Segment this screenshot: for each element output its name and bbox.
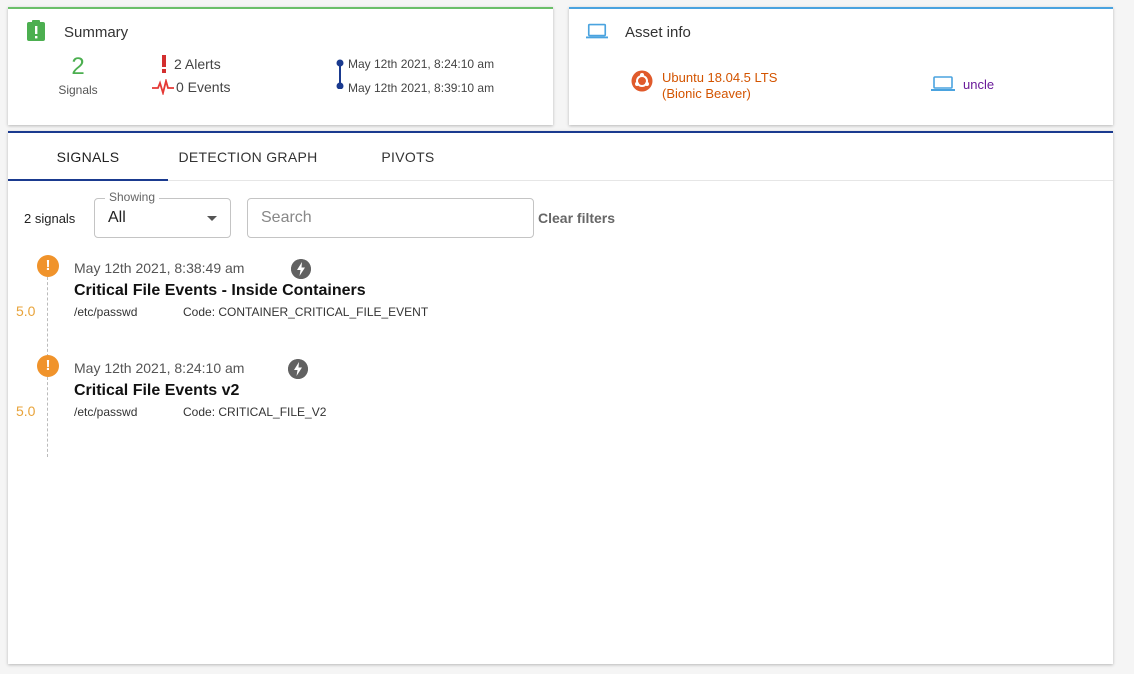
lightning-icon: [291, 259, 311, 279]
signals-label: Signals: [58, 83, 98, 97]
os-info: Ubuntu 18.04.5 LTS (Bionic Beaver): [631, 70, 777, 102]
signal-path: /etc/passwd: [74, 405, 138, 419]
search-input[interactable]: [247, 198, 534, 238]
showing-value: All: [108, 209, 126, 226]
showing-select[interactable]: Showing All: [94, 190, 231, 238]
signal-title[interactable]: Critical File Events v2: [74, 382, 239, 400]
laptop-icon: [586, 23, 608, 39]
laptop-icon: [931, 76, 955, 91]
clipboard-alert-icon: [27, 20, 45, 41]
signals-count: 2: [71, 53, 85, 80]
caret-down-icon: [207, 216, 217, 221]
signals-count-label: 2 signals: [24, 211, 76, 226]
asset-card: Asset info Ubuntu 18.04.5 LTS (Bionic Be…: [569, 7, 1113, 125]
events-summary: 0 Events: [152, 79, 230, 95]
signal-time: May 12th 2021, 8:38:49 am: [74, 260, 245, 276]
clear-filters-button[interactable]: Clear filters: [538, 210, 615, 226]
tab-bar: SIGNALS DETECTION GRAPH PIVOTS: [8, 133, 1113, 181]
signal-title[interactable]: Critical File Events - Inside Containers: [74, 282, 366, 300]
signal-path: /etc/passwd: [74, 305, 138, 319]
signal-score: 5.0: [16, 403, 36, 419]
alert-icon: !: [37, 355, 59, 377]
time-range-icon: [336, 59, 344, 89]
timeline-line: [47, 277, 48, 357]
pulse-icon: [152, 79, 174, 95]
exclamation-icon: [162, 55, 166, 73]
alerts-summary: 2 Alerts: [160, 55, 221, 73]
host-info[interactable]: uncle: [931, 76, 994, 92]
showing-label: Showing: [105, 190, 160, 204]
time-start: May 12th 2021, 8:24:10 am: [348, 57, 495, 71]
summary-title: Summary: [64, 24, 129, 41]
summary-card: Summary 2 Signals 2 Alerts 0 Events May …: [8, 7, 553, 125]
time-end: May 12th 2021, 8:39:10 am: [348, 81, 495, 95]
alert-icon: !: [37, 255, 59, 277]
signal-score: 5.0: [16, 303, 36, 319]
ubuntu-icon: [631, 70, 653, 92]
signal-item[interactable]: ! 5.0 May 12th 2021, 8:24:10 am Critical…: [8, 355, 908, 457]
signal-code: Code: CONTAINER_CRITICAL_FILE_EVENT: [183, 305, 429, 319]
tab-detection-graph[interactable]: DETECTION GRAPH: [168, 133, 328, 181]
alerts-count: 2 Alerts: [174, 56, 221, 72]
tab-pivots[interactable]: PIVOTS: [328, 133, 488, 181]
os-name: Ubuntu 18.04.5 LTS: [662, 70, 778, 85]
timeline-line: [47, 377, 48, 457]
os-codename: (Bionic Beaver): [662, 86, 751, 101]
asset-title: Asset info: [625, 24, 691, 41]
events-count: 0 Events: [176, 79, 231, 95]
signals-panel: SIGNALS DETECTION GRAPH PIVOTS 2 signals…: [8, 131, 1113, 664]
signal-code: Code: CRITICAL_FILE_V2: [183, 405, 327, 419]
signal-time: May 12th 2021, 8:24:10 am: [74, 360, 245, 376]
lightning-icon: [288, 359, 308, 379]
hostname[interactable]: uncle: [963, 77, 994, 92]
signal-item[interactable]: ! 5.0 May 12th 2021, 8:38:49 am Critical…: [8, 255, 908, 357]
tab-signals[interactable]: SIGNALS: [8, 133, 168, 181]
